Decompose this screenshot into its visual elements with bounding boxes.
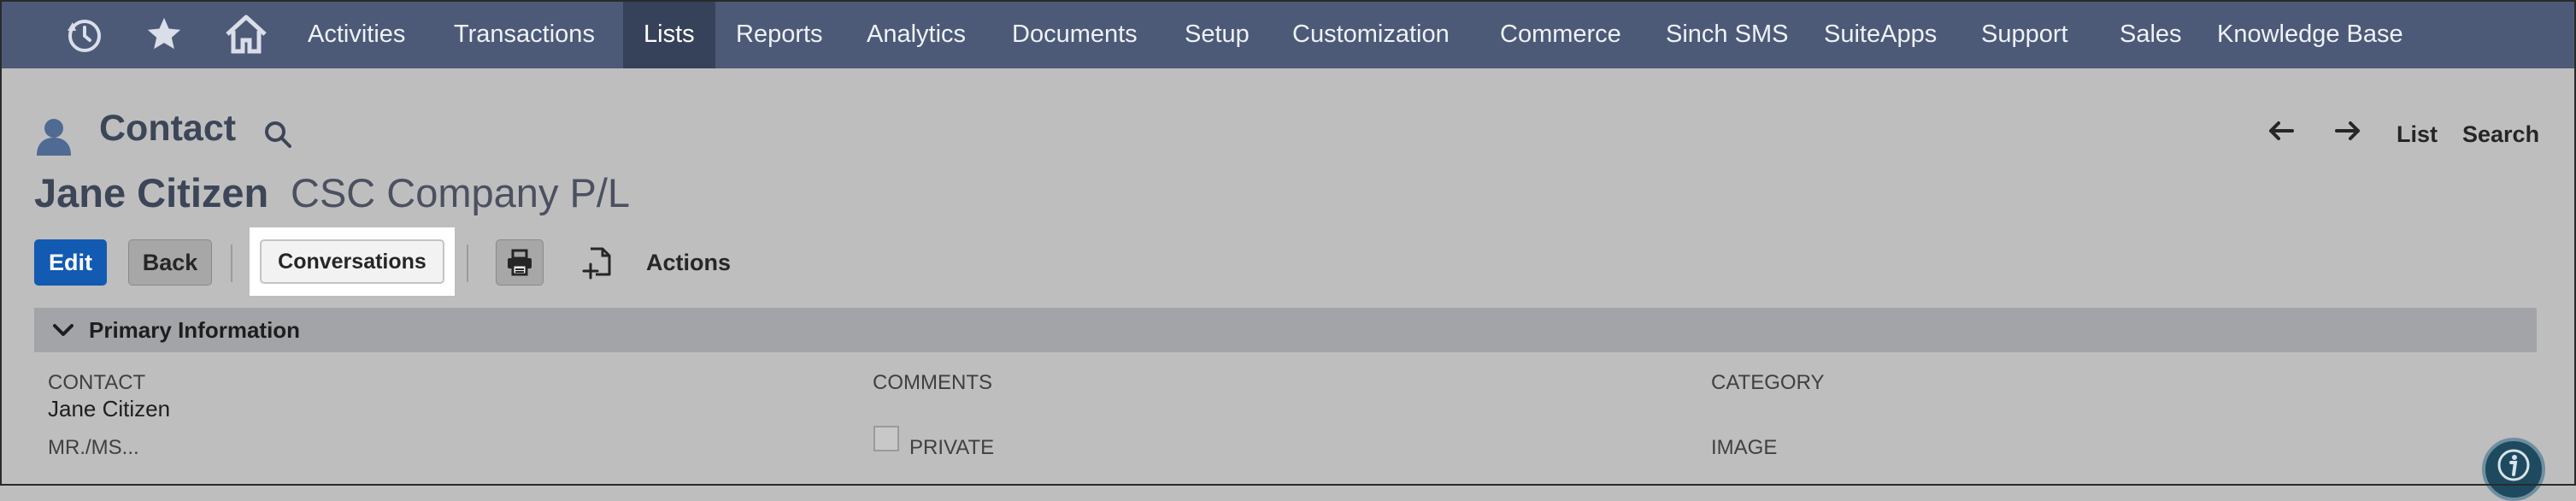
nav-suiteapps[interactable]: SuiteApps: [1824, 0, 1937, 68]
print-button[interactable]: [496, 239, 544, 286]
search-icon[interactable]: [263, 120, 292, 153]
section-title: Primary Information: [89, 317, 301, 343]
salutation-label: MR./MS...: [48, 436, 139, 459]
next-record-icon[interactable]: [2333, 116, 2362, 150]
previous-record-icon[interactable]: [2267, 116, 2296, 150]
star-icon[interactable]: [140, 9, 188, 60]
list-link[interactable]: List: [2397, 121, 2438, 148]
record-company: CSC Company P/L: [291, 170, 631, 215]
nav-transactions[interactable]: Transactions: [454, 0, 595, 68]
nav-knowledge-base[interactable]: Knowledge Base: [2217, 0, 2403, 68]
home-icon[interactable]: [221, 9, 272, 60]
edit-button[interactable]: Edit: [34, 239, 107, 286]
chevron-down-icon: [51, 318, 75, 346]
nav-support[interactable]: Support: [1981, 0, 2068, 68]
record-name: Jane Citizen: [34, 170, 269, 215]
nav-commerce[interactable]: Commerce: [1500, 0, 1621, 68]
back-button[interactable]: Back: [128, 239, 212, 286]
nav-analytics[interactable]: Analytics: [867, 0, 966, 68]
print-icon: [508, 249, 532, 276]
nav-customization[interactable]: Customization: [1292, 0, 1450, 68]
nav-sales[interactable]: Sales: [2120, 0, 2182, 68]
nav-lists[interactable]: Lists: [623, 0, 715, 68]
actions-menu[interactable]: Actions: [646, 239, 731, 286]
nav-reports[interactable]: Reports: [736, 0, 823, 68]
private-label: PRIVATE: [909, 436, 995, 459]
nav-setup[interactable]: Setup: [1185, 0, 1250, 68]
nav-sinch-sms[interactable]: Sinch SMS: [1666, 0, 1788, 68]
nav-documents[interactable]: Documents: [1012, 0, 1138, 68]
contact-value: Jane Citizen: [48, 396, 171, 421]
toolbar-divider: [231, 245, 232, 282]
nav-activities[interactable]: Activities: [308, 0, 405, 68]
new-document-button[interactable]: [578, 239, 619, 286]
conversations-highlight: Conversations: [250, 227, 455, 296]
conversations-button[interactable]: Conversations: [260, 239, 444, 284]
search-link[interactable]: Search: [2462, 121, 2539, 148]
private-checkbox[interactable]: [873, 426, 899, 451]
image-label: IMAGE: [1711, 436, 1778, 459]
recent-records-icon[interactable]: [56, 9, 109, 60]
comments-label: COMMENTS: [873, 371, 992, 394]
contact-label: CONTACT: [48, 371, 146, 394]
info-icon[interactable]: [2482, 438, 2545, 501]
toolbar-divider: [467, 245, 468, 282]
new-document-icon: [582, 247, 611, 280]
primary-information-section[interactable]: Primary Information: [34, 308, 2537, 352]
top-navigation: Activities Transactions Lists Reports An…: [0, 0, 2576, 68]
contact-icon: [34, 116, 74, 160]
record-type-title: Contact: [99, 108, 237, 149]
category-label: CATEGORY: [1711, 371, 1825, 394]
